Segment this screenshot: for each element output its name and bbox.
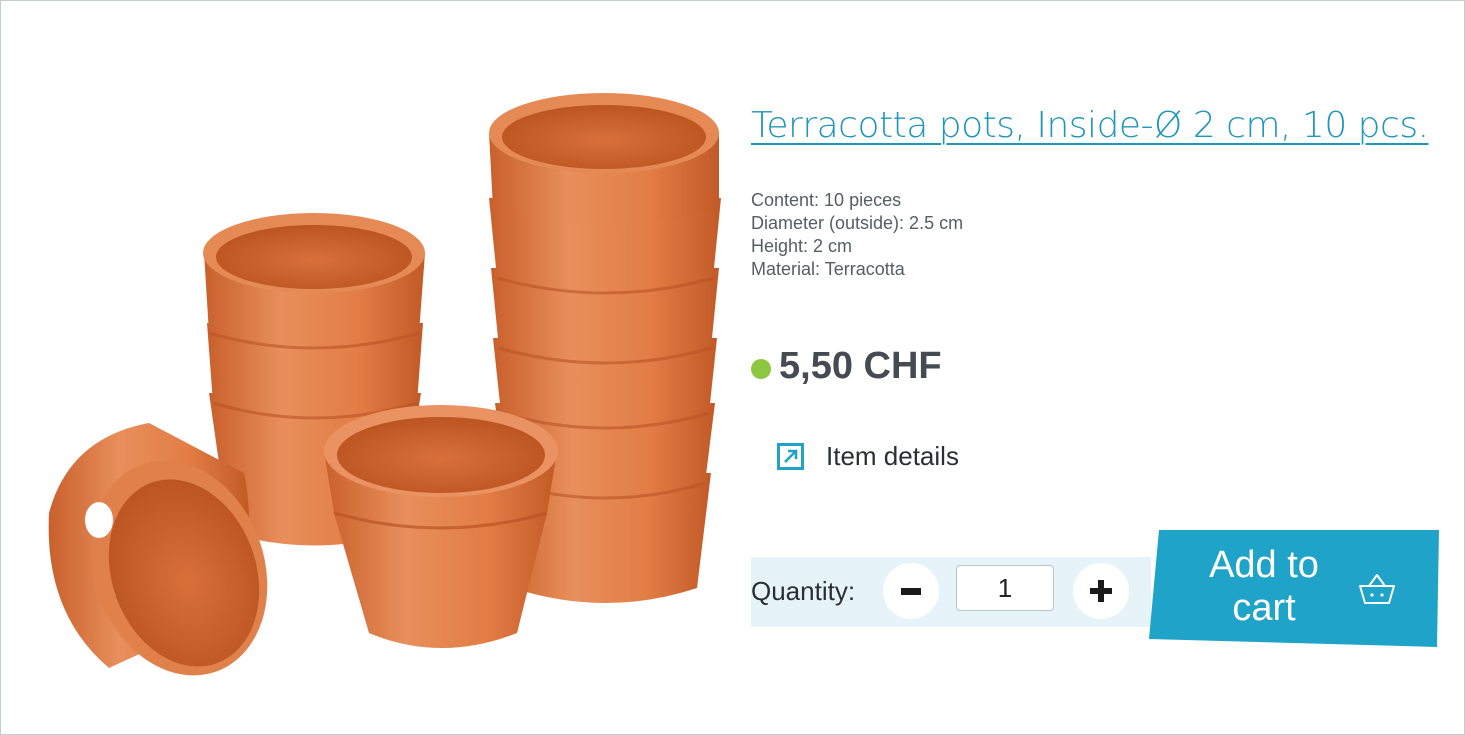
product-price: 5,50 CHF xyxy=(779,344,942,387)
availability-dot-icon xyxy=(751,359,771,379)
product-card: Terracotta pots, Inside-Ø 2 cm, 10 pcs. … xyxy=(0,0,1465,735)
spec-material: Material: Terracotta xyxy=(751,259,905,279)
spec-content: Content: 10 pieces xyxy=(751,190,902,210)
price-row: 5,50 CHF xyxy=(751,341,942,391)
pot-front xyxy=(324,405,558,648)
item-details-label: Item details xyxy=(826,441,959,471)
product-title[interactable]: Terracotta pots, Inside-Ø 2 cm, 10 pcs. xyxy=(751,105,1429,146)
decrease-quantity-button[interactable] xyxy=(883,563,939,619)
add-to-cart-label: Add to cart xyxy=(1209,544,1319,629)
product-image xyxy=(48,93,721,676)
spec-diameter: Diameter (outside): 2.5 cm xyxy=(751,213,964,233)
quantity-label: Quantity: xyxy=(751,576,856,606)
plus-icon xyxy=(1090,580,1112,602)
external-link-arrow-icon xyxy=(777,443,804,470)
quantity-input[interactable] xyxy=(956,565,1054,611)
spec-height: Height: 2 cm xyxy=(751,236,853,256)
add-to-cart-button[interactable]: Add to cart xyxy=(1149,530,1439,647)
shopping-basket-icon xyxy=(1359,574,1395,604)
product-specs: Content: 10 pieces Diameter (outside): 2… xyxy=(751,189,963,281)
increase-quantity-button[interactable] xyxy=(1073,563,1129,619)
minus-icon xyxy=(901,588,921,595)
item-details-link[interactable]: Item details xyxy=(777,441,959,472)
